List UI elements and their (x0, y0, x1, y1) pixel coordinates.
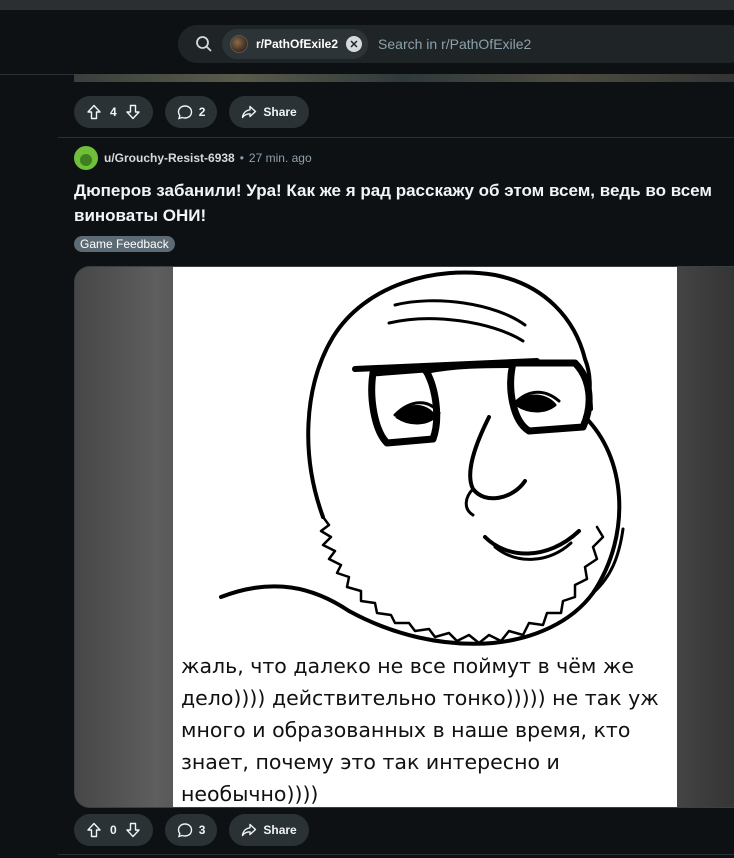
vote-pill: 0 (74, 814, 153, 846)
share-label: Share (263, 823, 297, 837)
search-bar[interactable]: r/PathOfExile2 ✕ Search in r/PathOfExile… (178, 25, 734, 63)
post-meta: u/Grouchy-Resist-6938 • 27 min. ago (74, 146, 312, 170)
post-divider (58, 137, 734, 138)
caption-line: необычно)))) (181, 782, 319, 806)
post-flair[interactable]: Game Feedback (74, 236, 175, 252)
upvote-icon[interactable] (86, 104, 102, 120)
share-label: Share (263, 105, 297, 119)
comment-icon (177, 823, 192, 838)
subreddit-chip[interactable]: r/PathOfExile2 ✕ (222, 29, 369, 59)
previous-post-actions: 4 2 Share (74, 96, 309, 130)
comments-button[interactable]: 2 (164, 96, 218, 128)
wojak-drawing (219, 270, 625, 646)
meta-separator: • (239, 151, 244, 165)
post-title[interactable]: Дюперов забанили! Ура! Как же я рад расс… (74, 178, 724, 228)
comments-button[interactable]: 3 (164, 814, 218, 846)
comment-count: 3 (198, 823, 206, 837)
subreddit-chip-label: r/PathOfExile2 (256, 37, 339, 51)
vote-count: 0 (110, 823, 117, 837)
previous-post-image-edge (74, 74, 734, 82)
caption-line: жаль, что далеко не все поймут в чём же (181, 654, 634, 678)
vote-pill: 4 (74, 96, 153, 128)
upvote-icon[interactable] (86, 822, 102, 838)
post-timestamp: 27 min. ago (248, 151, 312, 165)
comment-count: 2 (198, 105, 206, 119)
header-bar: r/PathOfExile2 ✕ Search in r/PathOfExile… (0, 10, 734, 75)
caption-line: знает, почему это так интересно и (181, 750, 560, 774)
search-icon (196, 36, 212, 52)
vote-count: 4 (110, 105, 117, 119)
meme-image: жаль, что далеко не все поймут в чём же … (173, 267, 677, 807)
share-icon (242, 823, 257, 837)
caption-line: много и образованных в наше время, кто (181, 718, 631, 742)
comment-icon (177, 105, 192, 120)
meme-caption: жаль, что далеко не все поймут в чём же … (181, 650, 677, 807)
downvote-icon[interactable] (125, 104, 141, 120)
post-divider (58, 854, 734, 855)
caption-line: дело)))) действительно тонко))))) не так… (181, 686, 659, 710)
subreddit-avatar (230, 35, 248, 53)
share-button[interactable]: Share (229, 96, 309, 128)
author-link[interactable]: u/Grouchy-Resist-6938 (104, 151, 235, 165)
post-actions: 0 3 Share (74, 814, 309, 848)
clear-chip-icon[interactable]: ✕ (346, 36, 363, 52)
search-placeholder[interactable]: Search in r/PathOfExile2 (378, 36, 531, 52)
share-button[interactable]: Share (229, 814, 309, 846)
post-media[interactable]: жаль, что далеко не все поймут в чём же … (74, 266, 734, 808)
browser-top-strip (0, 0, 734, 10)
downvote-icon[interactable] (125, 822, 141, 838)
avatar[interactable] (74, 146, 98, 170)
share-icon (242, 105, 257, 119)
